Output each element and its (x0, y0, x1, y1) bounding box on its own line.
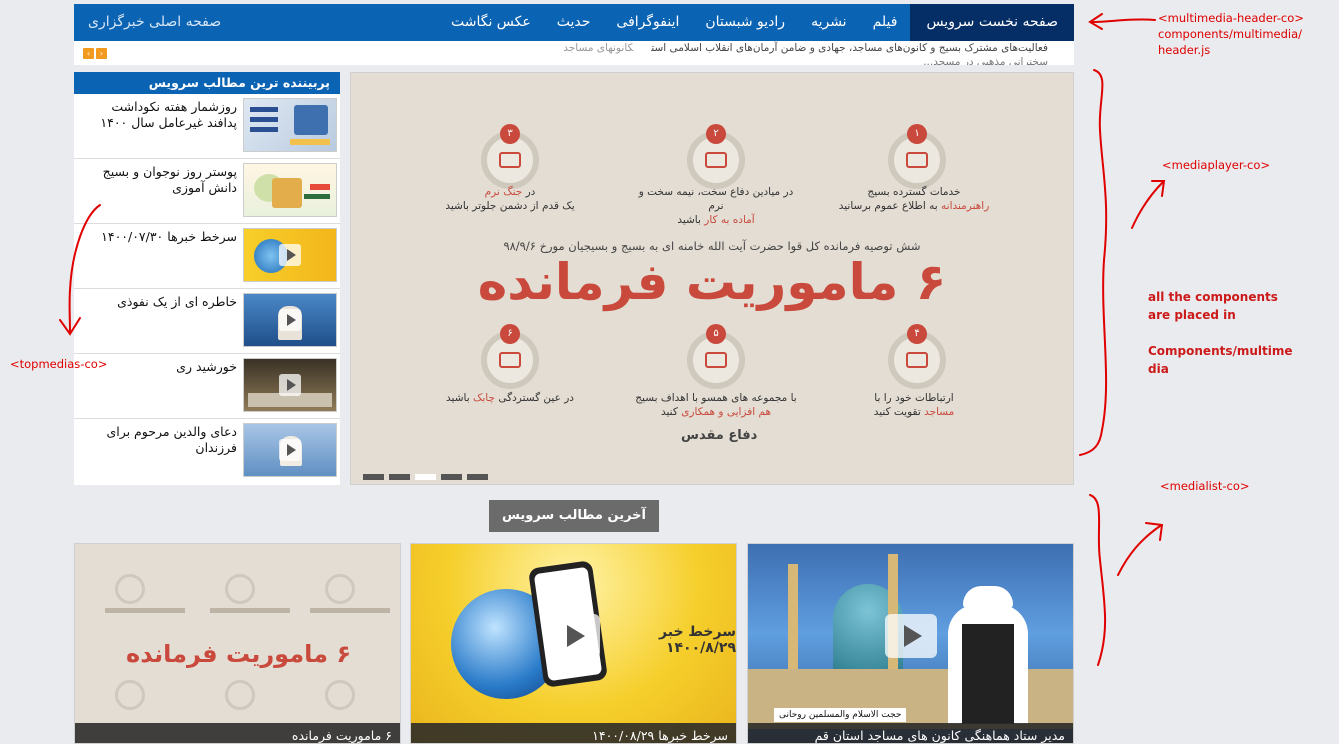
nav-item-magazine[interactable]: نشریه (798, 4, 860, 41)
poster-circle-6: ۶ (481, 324, 539, 389)
annotation-topmedias: <topmedias-co> (10, 357, 108, 371)
nav-item-infographic[interactable]: اینفوگرافی (603, 4, 692, 41)
item-title[interactable]: خاطره ای از یک نفوذی (87, 294, 237, 310)
poster-heading: شش توصیه فرمانده کل قوا حضرت آیت الله خا… (503, 239, 921, 253)
latest-items-button[interactable]: آخرین مطالب سرویس (489, 500, 659, 532)
annotation-header: <multimedia-header-co> components/multim… (1158, 11, 1304, 57)
list-item[interactable]: خورشید ری (74, 354, 340, 419)
card-overlay-text: سرخط خبر ۱۴۰۰/۸/۲۹ (659, 624, 736, 656)
item-title[interactable]: دعای والدین مرحوم برای فرزندان (87, 424, 237, 456)
poster-item-4: ارتباطات خود را با مساجد تقویت کنید (873, 392, 955, 418)
slider-dot[interactable] (441, 474, 462, 480)
item-title[interactable]: سرخط خبرها ۱۴۰۰/۰۷/۳۰ (87, 229, 237, 245)
player-arrow (1131, 180, 1166, 229)
play-icon[interactable] (884, 613, 937, 658)
handshake-icon (705, 352, 727, 368)
binoculars-icon (705, 152, 727, 168)
media-player[interactable]: ۱ ۲ ۳ خدمات گسترده بسیج راهنرمندانه به اط… (350, 72, 1074, 485)
infographic-poster: ۱ ۲ ۳ خدمات گسترده بسیج راهنرمندانه به اط… (351, 73, 1073, 484)
card-overlay-text: حجت الاسلام والمسلمین روحانی (774, 708, 907, 722)
ticker-next-icon[interactable]: › (96, 48, 107, 59)
play-icon[interactable] (279, 244, 301, 266)
nav-item-radio[interactable]: رادیو شبستان (692, 4, 798, 41)
ticker-prev-icon[interactable]: ‹ (83, 48, 94, 59)
list-item[interactable]: سرخط خبرها ۱۴۰۰/۰۷/۳۰ (74, 224, 340, 289)
thumbnail[interactable] (243, 163, 337, 217)
poster-item-5: با مجموعه های همسو با اهداف بسیج هم افزای… (635, 392, 797, 418)
thumbnail[interactable] (243, 228, 337, 282)
topmedias-heading: پربیننده ترین مطالب سرویس (74, 72, 340, 94)
topmedias-panel: پربیننده ترین مطالب سرویس روزشمار هفته ن… (74, 72, 340, 485)
slider-dot[interactable] (415, 474, 436, 480)
list-item[interactable]: پوستر روز نوجوان و بسیج دانش آموزی (74, 159, 340, 224)
media-card[interactable]: ۶ ماموریت فرمانده ۶ ماموریت فرمانده (74, 543, 401, 744)
play-icon[interactable] (547, 613, 600, 658)
palette-icon (906, 152, 928, 168)
ticker-line[interactable]: فعالیت‌های مشترک بسیج و کانون‌های مساجد،… (563, 42, 1048, 54)
poster-logo: دفاع مقدس (681, 428, 758, 443)
medialist-arrow (1117, 522, 1164, 576)
play-icon[interactable] (279, 374, 301, 396)
player-brace (1079, 69, 1108, 456)
poster-circle-3: ۳ (481, 124, 539, 189)
card-caption[interactable]: سرخط خبرها ۱۴۰۰/۰۸/۲۹ (411, 723, 736, 743)
poster-item-1: خدمات گسترده بسیج راهنرمندانه به اطلاع عم… (838, 186, 990, 212)
poster-circle-2: ۲ (687, 124, 745, 189)
poster-circle-4: ۴ (888, 324, 946, 389)
ticker-source: کانونهای مساجد (563, 42, 634, 54)
poster-circle-1: ۱ (888, 124, 946, 189)
mosque-icon (906, 352, 928, 368)
card-caption[interactable]: مدیر ستاد هماهنگی کانون های مساجد استان … (748, 723, 1073, 743)
thumbnail[interactable] (243, 358, 337, 412)
card-overlay-text: ۶ ماموریت فرمانده (126, 640, 351, 668)
annotation-note: all the components are placed in Compone… (1148, 290, 1293, 376)
slider-dots (363, 474, 488, 480)
nav-item-photo[interactable]: عکس نگاشت (438, 4, 544, 41)
poster-circle-5: ۵ (687, 324, 745, 389)
poster-item-2: در میادین دفاع سخت، نیمه سخت و نرم آماده … (638, 186, 794, 226)
main-nav: صفحه نخست سرویس فیلم نشریه رادیو شبستان … (438, 4, 1074, 41)
list-item[interactable]: روزشمار هفته نکوداشت پدافند غیرعامل سال … (74, 94, 340, 159)
ticker-arrows: ‹ › (83, 48, 107, 59)
nav-item-home[interactable]: صفحه نخست سرویس (910, 4, 1074, 41)
home-link[interactable]: صفحه اصلی خبرگزاری (88, 4, 221, 41)
list-item[interactable]: دعای والدین مرحوم برای فرزندان (74, 419, 340, 483)
annotation-medialist: <medialist-co> (1160, 479, 1250, 493)
thumbnail[interactable] (243, 98, 337, 152)
annotation-player: <mediaplayer-co> (1162, 158, 1271, 172)
nav-item-film[interactable]: فیلم (860, 4, 911, 41)
speedometer-icon (499, 352, 521, 368)
thumbnail[interactable] (243, 423, 337, 477)
ticker-line-2[interactable]: ...سخنرانی مذهبی در مسجد (923, 56, 1048, 65)
multimedia-header: صفحه اصلی خبرگزاری صفحه نخست سرویس فیلم … (74, 4, 1074, 41)
play-icon[interactable] (279, 439, 301, 461)
play-icon[interactable] (279, 309, 301, 331)
item-title[interactable]: پوستر روز نوجوان و بسیج دانش آموزی (87, 164, 237, 196)
card-caption[interactable]: ۶ ماموریت فرمانده (75, 723, 400, 743)
thumbnail[interactable] (243, 293, 337, 347)
header-arrow (1088, 13, 1156, 30)
slider-dot[interactable] (363, 474, 384, 480)
poster-item-6: در عین گستردگی چابک باشید (446, 392, 574, 404)
news-ticker: ‹ › فعالیت‌های مشترک بسیج و کانون‌های مس… (74, 41, 1074, 65)
slider-dot[interactable] (389, 474, 410, 480)
nav-item-hadith[interactable]: حدیث (544, 4, 604, 41)
slider-dot[interactable] (467, 474, 488, 480)
item-title[interactable]: خورشید ری (87, 359, 237, 375)
poster-big-title: ۶ ماموریت فرمانده (477, 253, 947, 311)
media-card[interactable]: سرخط خبر ۱۴۰۰/۸/۲۹ سرخط خبرها ۱۴۰۰/۰۸/۲۹ (410, 543, 737, 744)
media-card[interactable]: حجت الاسلام والمسلمین روحانی مدیر ستاد ه… (747, 543, 1074, 744)
medialist-brace (1089, 494, 1107, 666)
item-title[interactable]: روزشمار هفته نکوداشت پدافند غیرعامل سال … (87, 99, 237, 131)
list-item[interactable]: خاطره ای از یک نفوذی (74, 289, 340, 354)
book-icon (499, 152, 521, 168)
poster-item-3: در جنگ نرم یک قدم از دشمن جلوتر باشید (445, 186, 575, 212)
